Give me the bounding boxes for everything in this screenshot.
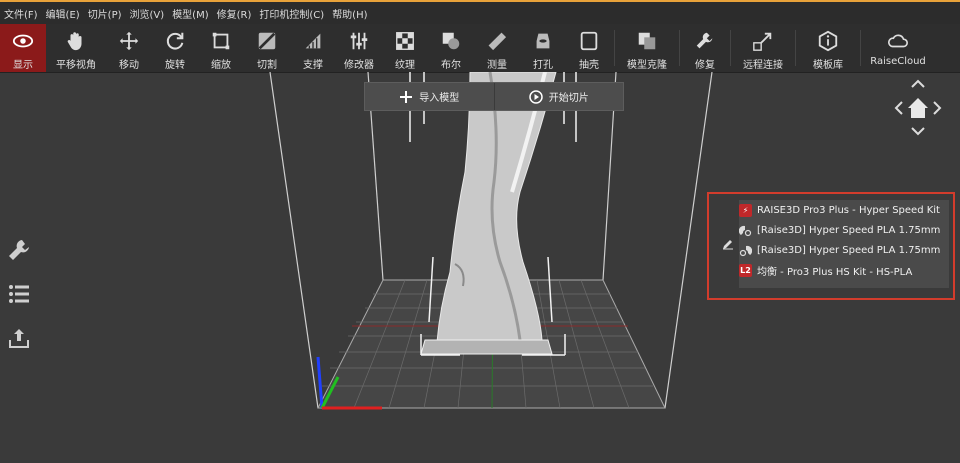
profile-printer-row[interactable]: ⚡ RAISE3D Pro3 Plus - Hyper Speed Kit (739, 200, 940, 220)
export-button[interactable] (4, 324, 34, 352)
toolbar-rotate-button[interactable]: 旋转 (152, 24, 198, 72)
toolbar-hole-button[interactable]: 打孔 (520, 24, 566, 72)
start-slicing-button[interactable]: 开始切片 (493, 83, 624, 110)
ruler-icon (488, 32, 507, 51)
home-view-icon[interactable] (908, 98, 928, 118)
support-icon (305, 33, 321, 49)
eye-icon (12, 34, 34, 48)
wrench-icon (9, 240, 29, 260)
cut-icon (258, 32, 276, 50)
menu-repair[interactable]: 修复(R) (213, 6, 256, 21)
toolbar-shell-button[interactable]: 抽壳 (566, 24, 612, 72)
texture-checker-icon (396, 32, 414, 50)
toolbar-raisecloud-button[interactable]: RaiseCloud (863, 24, 933, 72)
plus-icon (400, 90, 413, 103)
printer-name: RAISE3D Pro3 Plus - Hyper Speed Kit (757, 204, 940, 216)
modifier-sliders-icon (350, 32, 368, 50)
material-left-name: [Raise3D] Hyper Speed PLA 1.75mm (757, 224, 941, 236)
profile-material-left-row[interactable]: [Raise3D] Hyper Speed PLA 1.75mm (739, 220, 940, 240)
profile-card: ⚡ RAISE3D Pro3 Plus - Hyper Speed Kit [R… (717, 200, 949, 288)
toolbar-boolean-button[interactable]: 布尔 (428, 24, 474, 72)
profile-edit-button[interactable] (717, 200, 739, 288)
toolbar-separator (730, 30, 731, 66)
menu-edit[interactable]: 编辑(E) (42, 6, 84, 21)
material-right-name: [Raise3D] Hyper Speed PLA 1.75mm (757, 244, 941, 256)
toolbar-modifier-button[interactable]: 修改器 (336, 24, 382, 72)
cloud-icon (888, 34, 908, 48)
toolbar-scale-button[interactable]: 缩放 (198, 24, 244, 72)
view-navigation-graphic (894, 79, 942, 136)
hand-icon (67, 32, 82, 51)
quick-action-bar: 导入模型 开始切片 (364, 82, 624, 111)
view-down-arrow-icon[interactable] (911, 127, 925, 136)
menu-file[interactable]: 文件(F) (0, 6, 42, 21)
toolbar-cut-button[interactable]: 切割 (244, 24, 290, 72)
menu-bar: 文件(F) 编辑(E) 切片(P) 浏览(V) 模型(M) 修复(R) 打印机控… (0, 0, 960, 24)
move-arrows-icon (119, 31, 139, 51)
toolbar-remote-button[interactable]: 远程连接 (733, 24, 793, 72)
view-left-arrow-icon[interactable] (894, 101, 903, 115)
clone-icon (638, 32, 656, 50)
toolbar-texture-button[interactable]: 纹理 (382, 24, 428, 72)
object-list-button[interactable] (4, 280, 34, 308)
print-profile-panel: ⚡ RAISE3D Pro3 Plus - Hyper Speed Kit [R… (707, 192, 955, 300)
list-icon (9, 285, 29, 303)
toolbar-clone-button[interactable]: 模型克隆 (617, 24, 677, 72)
toolbar-repair-button[interactable]: 修复 (682, 24, 728, 72)
shell-icon (580, 31, 598, 51)
menu-printer-control[interactable]: 打印机控制(C) (255, 6, 328, 21)
quality-name: 均衡 - Pro3 Plus HS Kit - HS-PLA (757, 266, 913, 278)
model-3d (420, 71, 557, 355)
toolbar-template-button[interactable]: 模板库 (798, 24, 858, 72)
remote-connect-icon (753, 32, 772, 51)
menu-slice[interactable]: 切片(P) (84, 6, 126, 21)
quality-badge: L2 (739, 263, 752, 277)
repair-wrench-icon (696, 32, 713, 49)
toolbar-pan-button[interactable]: 平移视角 (46, 24, 106, 72)
toolbar-display-button[interactable]: 显示 (0, 24, 46, 72)
toolbar-measure-button[interactable]: 测量 (474, 24, 520, 72)
scale-icon (212, 32, 230, 50)
upload-icon (9, 329, 29, 348)
view-up-arrow-icon[interactable] (911, 79, 925, 88)
left-sidebar (4, 236, 34, 368)
right-extruder-icon (739, 245, 752, 256)
hole-icon (536, 33, 550, 49)
view-right-arrow-icon[interactable] (933, 101, 942, 115)
toolbar-support-button[interactable]: 支撑 (290, 24, 336, 72)
main-toolbar: 显示 平移视角 移动 旋转 缩放 切割 支撑 修改器 纹理 布尔 测量 打孔 抽… (0, 24, 960, 73)
toolbar-separator (860, 30, 861, 66)
menu-help[interactable]: 帮助(H) (328, 6, 371, 21)
printer-bolt-icon: ⚡ (739, 203, 752, 217)
boolean-icon (442, 32, 460, 50)
menu-model[interactable]: 模型(M) (168, 6, 212, 21)
left-extruder-icon (739, 225, 752, 236)
menu-view[interactable]: 浏览(V) (126, 6, 169, 21)
settings-wrench-button[interactable] (4, 236, 34, 264)
profile-material-right-row[interactable]: [Raise3D] Hyper Speed PLA 1.75mm (739, 240, 940, 260)
pencil-icon (723, 240, 733, 250)
template-library-icon (818, 30, 838, 52)
import-model-button[interactable]: 导入模型 (365, 83, 494, 110)
toolbar-separator (795, 30, 796, 66)
toolbar-move-button[interactable]: 移动 (106, 24, 152, 72)
rotate-icon (166, 32, 184, 50)
play-circle-icon (529, 89, 543, 104)
toolbar-separator (679, 30, 680, 66)
toolbar-separator (614, 30, 615, 66)
view-navigation-control (894, 78, 942, 138)
profile-quality-row[interactable]: L2 均衡 - Pro3 Plus HS Kit - HS-PLA (739, 260, 912, 280)
